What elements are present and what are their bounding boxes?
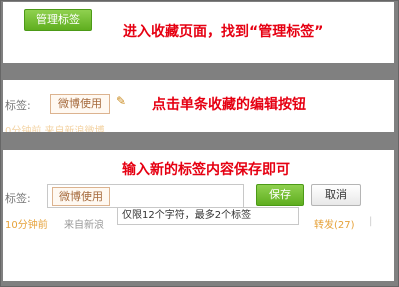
- post-source: 来自新浪: [64, 220, 104, 231]
- tag-chip: 微博使用: [52, 187, 110, 206]
- tag-label: 标签:: [5, 99, 31, 112]
- step2-panel: 标签: 微博使用 ✎ 点击单条收藏的编辑按钮 0分钟前 来自新浪微博: [3, 80, 394, 132]
- step3-instruction: 输入新的标签内容保存即可: [122, 162, 290, 178]
- repost-link[interactable]: 转发(27): [314, 216, 355, 231]
- edit-pencil-icon[interactable]: ✎: [116, 94, 126, 108]
- meta-cut: 0分钟前 来自新浪微博: [5, 126, 105, 132]
- step1-panel: 管理标签 进入收藏页面，找到“管理标签”: [3, 2, 394, 63]
- post-time[interactable]: 10分钟前: [5, 216, 48, 231]
- manage-tags-button[interactable]: 管理标签: [24, 9, 92, 31]
- separator: |: [369, 216, 373, 227]
- tag-hint-tooltip: 仅限12个字符，最多2个标签: [117, 207, 299, 225]
- tag-chip: 微博使用: [50, 94, 110, 114]
- cancel-button[interactable]: 取消: [311, 184, 361, 206]
- step1-instruction: 进入收藏页面，找到“管理标签”: [123, 24, 324, 40]
- save-button[interactable]: 保存: [256, 184, 304, 206]
- tag-label: 标签:: [5, 192, 31, 205]
- step3-panel: 输入新的标签内容保存即可 标签: 微博使用 保存 取消 10分钟前 来自新浪 仅…: [3, 150, 394, 281]
- step2-instruction: 点击单条收藏的编辑按钮: [152, 97, 306, 113]
